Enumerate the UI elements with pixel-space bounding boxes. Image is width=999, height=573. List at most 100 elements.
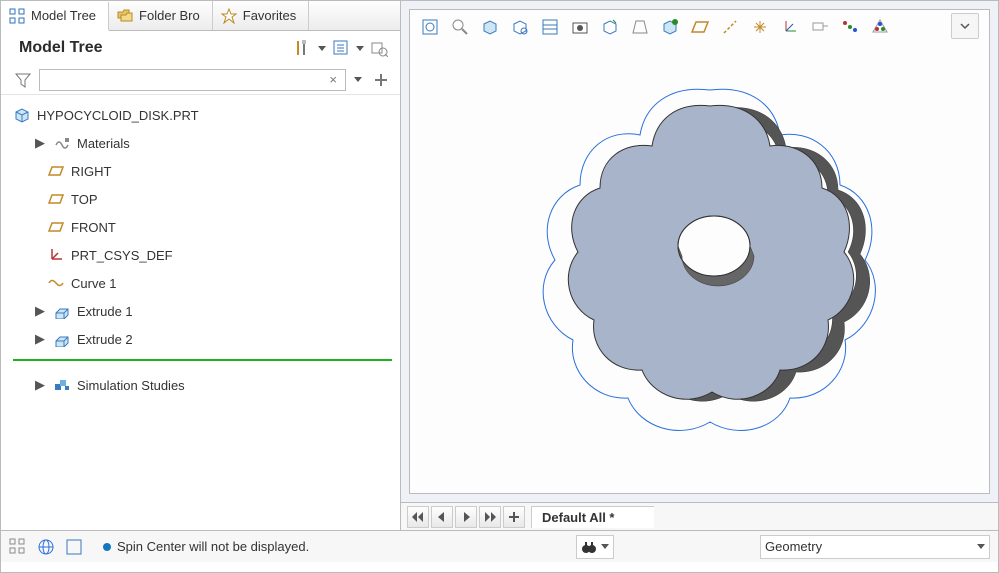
plane-icon	[47, 190, 65, 208]
tab-favorites[interactable]: Favorites	[213, 1, 309, 30]
find-dropdown[interactable]	[576, 535, 614, 559]
tree-top-plane[interactable]: TOP	[5, 185, 400, 213]
add-filter-icon[interactable]	[370, 69, 392, 91]
info-dot-icon	[103, 543, 111, 551]
tree-label: Materials	[77, 136, 130, 151]
tree-label: HYPOCYCLOID_DISK.PRT	[37, 108, 199, 123]
next-view-button[interactable]	[455, 506, 477, 528]
show-options-icon[interactable]	[330, 37, 352, 59]
tab-label: Favorites	[243, 8, 296, 23]
tree-label: PRT_CSYS_DEF	[71, 248, 173, 263]
annotation-display-icon[interactable]	[806, 14, 834, 40]
clear-search-icon[interactable]: ×	[325, 72, 341, 87]
view-name: Default All *	[542, 510, 614, 525]
chevron-down-icon	[601, 544, 609, 549]
caret-icon[interactable]: ▶	[33, 378, 47, 392]
csys-display-icon[interactable]	[776, 14, 804, 40]
tools-dropdown[interactable]	[316, 37, 328, 59]
add-view-button[interactable]	[503, 506, 525, 528]
model-display	[510, 50, 910, 450]
tools-icon[interactable]	[292, 37, 314, 59]
tree-label: RIGHT	[71, 164, 111, 179]
extrude-icon	[53, 302, 71, 320]
render-quality-icon[interactable]	[866, 14, 894, 40]
caret-icon[interactable]: ▶	[33, 332, 47, 346]
search-row: ×	[1, 65, 400, 95]
right-pane: Default All *	[401, 1, 998, 530]
search-dropdown[interactable]	[352, 69, 364, 91]
caret-icon[interactable]: ▶	[33, 136, 47, 150]
tree-materials[interactable]: ▶ Materials	[5, 129, 400, 157]
search-box[interactable]: ×	[39, 69, 346, 91]
binoculars-icon	[581, 540, 597, 554]
show-options-dropdown[interactable]	[354, 37, 366, 59]
chevron-down-icon	[977, 544, 985, 549]
datum-display-icon[interactable]	[656, 14, 684, 40]
status-bar: Spin Center will not be displayed. Geome…	[1, 530, 998, 562]
first-view-button[interactable]	[407, 506, 429, 528]
point-display-icon[interactable]	[746, 14, 774, 40]
material-icon	[53, 134, 71, 152]
perspective-icon[interactable]	[626, 14, 654, 40]
display-style-icon[interactable]	[596, 14, 624, 40]
zoom-in-icon[interactable]	[446, 14, 474, 40]
web-icon[interactable]	[37, 538, 55, 556]
capture-icon[interactable]	[566, 14, 594, 40]
named-views-icon[interactable]	[506, 14, 534, 40]
selection-mode-icon[interactable]	[65, 538, 83, 556]
settings-icon[interactable]	[368, 37, 390, 59]
tree-root[interactable]: HYPOCYCLOID_DISK.PRT	[5, 101, 400, 129]
tree-csys[interactable]: PRT_CSYS_DEF	[5, 241, 400, 269]
viewport-toolbar	[416, 14, 894, 40]
tree-extrude2[interactable]: ▶ Extrude 2	[5, 325, 400, 353]
tree-label: Simulation Studies	[77, 378, 185, 393]
tree-label: FRONT	[71, 220, 116, 235]
plane-icon	[47, 218, 65, 236]
filter-label: Geometry	[765, 539, 822, 554]
tree: HYPOCYCLOID_DISK.PRT ▶ Materials RIGHT T…	[1, 95, 400, 409]
panel-header: Model Tree	[1, 31, 400, 65]
tree-label: Extrude 1	[77, 304, 133, 319]
part-icon	[13, 106, 31, 124]
status-message: Spin Center will not be displayed.	[103, 539, 309, 554]
view-manager-icon[interactable]	[536, 14, 564, 40]
plane-display-icon[interactable]	[686, 14, 714, 40]
tab-model-tree[interactable]: Model Tree	[1, 2, 109, 31]
status-text: Spin Center will not be displayed.	[117, 539, 309, 554]
spin-center-icon[interactable]	[836, 14, 864, 40]
tree-label: Extrude 2	[77, 332, 133, 347]
tab-label: Folder Bro	[139, 8, 200, 23]
tab-label: Model Tree	[31, 8, 96, 23]
csys-icon	[47, 246, 65, 264]
axis-display-icon[interactable]	[716, 14, 744, 40]
tree-simulation[interactable]: ▶ Simulation Studies	[5, 371, 400, 399]
caret-icon[interactable]: ▶	[33, 304, 47, 318]
views-bar: Default All *	[401, 502, 998, 530]
zoom-box-icon[interactable]	[476, 14, 504, 40]
plane-icon	[47, 162, 65, 180]
viewport[interactable]	[409, 9, 990, 494]
tree-extrude1[interactable]: ▶ Extrude 1	[5, 297, 400, 325]
refit-icon[interactable]	[416, 14, 444, 40]
views-label[interactable]: Default All *	[531, 506, 654, 528]
toolbar-overflow[interactable]	[951, 13, 979, 39]
curve-icon	[47, 274, 65, 292]
tree-right-plane[interactable]: RIGHT	[5, 157, 400, 185]
tree-curve1[interactable]: Curve 1	[5, 269, 400, 297]
tree-layout-icon[interactable]	[9, 538, 27, 556]
tab-folder-browser[interactable]: Folder Bro	[109, 1, 213, 30]
extrude-icon	[53, 330, 71, 348]
simulation-icon	[53, 376, 71, 394]
selection-filter-dropdown[interactable]: Geometry	[760, 535, 990, 559]
last-view-button[interactable]	[479, 506, 501, 528]
insert-here-line[interactable]	[13, 359, 392, 361]
folders-icon	[117, 8, 133, 24]
tree-label: TOP	[71, 192, 98, 207]
tree-front-plane[interactable]: FRONT	[5, 213, 400, 241]
panel-title: Model Tree	[19, 39, 103, 57]
prev-view-button[interactable]	[431, 506, 453, 528]
filter-icon[interactable]	[13, 69, 33, 91]
search-input[interactable]	[44, 72, 325, 87]
model-tree-icon	[9, 8, 25, 24]
tree-label: Curve 1	[71, 276, 117, 291]
